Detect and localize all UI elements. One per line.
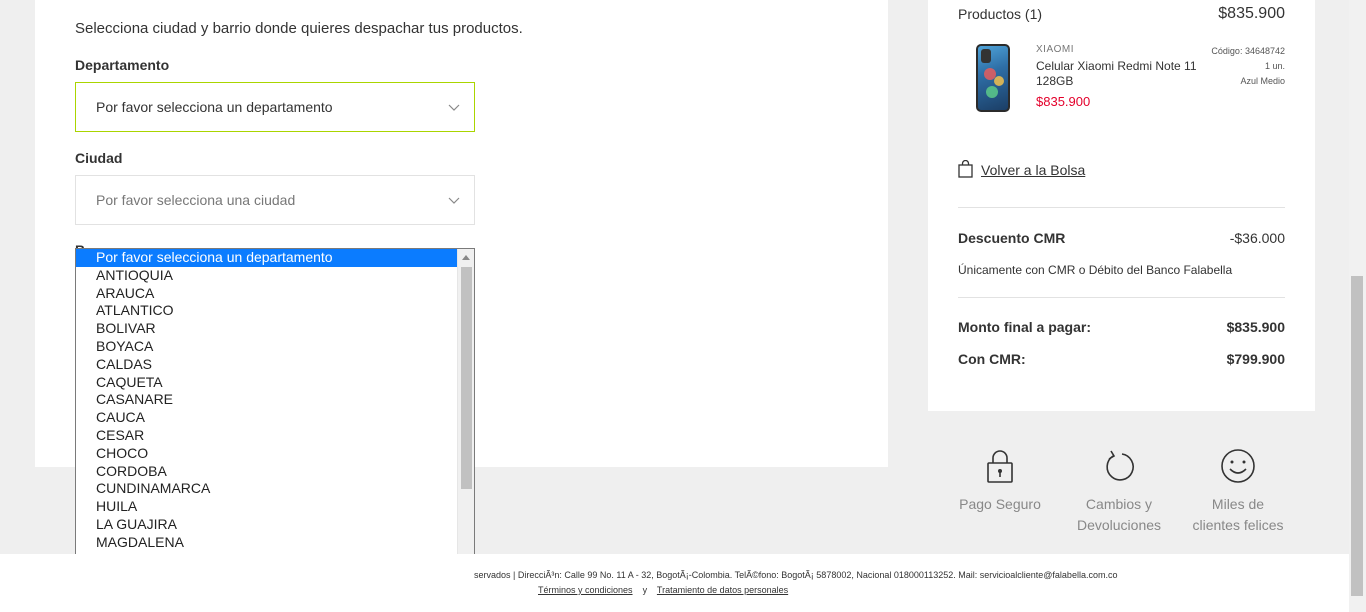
chevron-down-icon xyxy=(448,197,460,204)
product-details: Código: 34648742 1 un. Azul Medio xyxy=(1211,44,1285,89)
discount-row: Descuento CMR -$36.000 xyxy=(958,230,1285,246)
discount-label: Descuento CMR xyxy=(958,230,1066,246)
total-value: $835.900 xyxy=(1226,319,1285,335)
department-dropdown-list[interactable]: Por favor selecciona un departamento ANTI… xyxy=(75,248,475,606)
shopping-bag-icon xyxy=(958,160,973,178)
dropdown-option[interactable]: MAGDALENA xyxy=(76,534,458,552)
product-brand: XIAOMI xyxy=(1036,44,1075,55)
dropdown-option[interactable]: ATLANTICO xyxy=(76,302,458,320)
divider xyxy=(958,207,1285,208)
footer-separator: y xyxy=(642,585,648,595)
dropdown-option[interactable]: ARAUCA xyxy=(76,285,458,303)
cmr-row: Con CMR: $799.900 xyxy=(958,351,1285,367)
total-label: Monto final a pagar: xyxy=(958,319,1091,335)
privacy-link[interactable]: Tratamiento de datos personales xyxy=(657,585,788,595)
footer-address: servados | DirecciÃ³n: Calle 99 No. 11 A… xyxy=(474,570,1118,580)
feature-happy-clients: Miles de clientes felices xyxy=(1178,440,1298,536)
dropdown-option[interactable]: CUNDINAMARCA xyxy=(76,480,458,498)
dropdown-option[interactable]: CASANARE xyxy=(76,391,458,409)
total-row: Monto final a pagar: $835.900 xyxy=(958,319,1285,335)
order-summary: Productos (1) $835.900 XIAOMI Celular Xi… xyxy=(928,0,1315,411)
city-select-placeholder: Por favor selecciona una ciudad xyxy=(96,192,296,208)
dropdown-option[interactable]: Por favor selecciona un departamento xyxy=(76,249,458,267)
divider xyxy=(958,297,1285,298)
city-select[interactable]: Por favor selecciona una ciudad xyxy=(75,175,475,225)
dropdown-option[interactable]: BOLIVAR xyxy=(76,320,458,338)
dropdown-option[interactable]: CAQUETA xyxy=(76,374,458,392)
footer: servados | DirecciÃ³n: Calle 99 No. 11 A… xyxy=(0,554,1350,612)
cmr-value: $799.900 xyxy=(1226,351,1285,367)
dropdown-option[interactable]: CESAR xyxy=(76,427,458,445)
department-select[interactable]: Por favor selecciona un departamento xyxy=(75,82,475,132)
department-label: Departamento xyxy=(75,57,170,73)
discount-value: -$36.000 xyxy=(1229,230,1285,246)
feature-label: Pago Seguro xyxy=(959,496,1041,512)
department-select-value: Por favor selecciona un departamento xyxy=(96,99,333,115)
form-intro: Selecciona ciudad y barrio donde quieres… xyxy=(75,20,523,37)
products-header: Productos (1) $835.900 xyxy=(958,5,1285,22)
feature-label: clientes felices xyxy=(1192,517,1284,533)
dropdown-scroll-thumb[interactable] xyxy=(461,267,472,489)
refresh-icon xyxy=(1106,450,1134,481)
city-label: Ciudad xyxy=(75,150,123,166)
dropdown-option[interactable]: CHOCO xyxy=(76,445,458,463)
footer-links: Términos y condiciones y Tratamiento de … xyxy=(538,585,788,595)
product-color: Azul Medio xyxy=(1240,76,1285,86)
page-scroll-thumb[interactable] xyxy=(1351,276,1363,596)
products-total: $835.900 xyxy=(1218,5,1285,22)
product-price: $835.900 xyxy=(1036,94,1091,109)
dropdown-option[interactable]: CAUCA xyxy=(76,409,458,427)
dropdown-options: Por favor selecciona un departamento ANTI… xyxy=(76,249,458,605)
page-scrollbar[interactable] xyxy=(1349,0,1366,612)
chevron-down-icon xyxy=(448,104,460,111)
dropdown-option[interactable]: ANTIOQUIA xyxy=(76,267,458,285)
back-to-bag-label: Volver a la Bolsa xyxy=(981,162,1086,178)
feature-label: Devoluciones xyxy=(1076,517,1162,533)
dropdown-option[interactable]: LA GUAJIRA xyxy=(76,516,458,534)
terms-link[interactable]: Términos y condiciones xyxy=(538,585,633,595)
dropdown-scrollbar[interactable] xyxy=(457,249,474,605)
product-image xyxy=(976,44,1010,112)
dropdown-option[interactable]: CORDOBA xyxy=(76,463,458,481)
dropdown-option[interactable]: BOYACA xyxy=(76,338,458,356)
trust-features: Pago Seguro Cambios y Devoluciones Miles… xyxy=(928,440,1315,550)
dropdown-option[interactable]: CALDAS xyxy=(76,356,458,374)
scroll-up-arrow-icon[interactable] xyxy=(462,255,470,260)
lock-icon xyxy=(987,450,1013,483)
smiley-icon xyxy=(1221,449,1255,483)
product-name: Celular Xiaomi Redmi Note 11 128GB xyxy=(1036,59,1197,88)
dropdown-option[interactable]: HUILA xyxy=(76,498,458,516)
product-qty: 1 un. xyxy=(1264,61,1285,71)
feature-label: Cambios y xyxy=(1085,496,1153,512)
feature-label: Miles de xyxy=(1211,496,1265,512)
feature-returns: Cambios y Devoluciones xyxy=(1059,440,1179,536)
discount-note: Únicamente con CMR o Débito del Banco Fa… xyxy=(958,263,1233,277)
cmr-label: Con CMR: xyxy=(958,351,1026,367)
products-label: Productos (1) xyxy=(958,6,1043,22)
feature-secure-payment: Pago Seguro xyxy=(940,440,1060,515)
product-code: Código: 34648742 xyxy=(1211,46,1285,56)
